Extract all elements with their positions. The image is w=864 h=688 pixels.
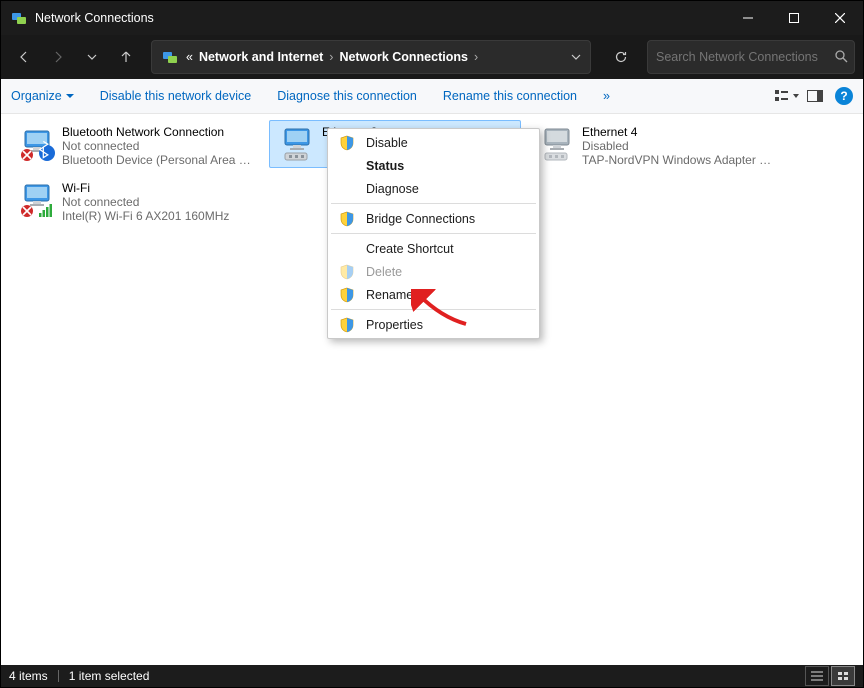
diagnose-connection-button[interactable]: Diagnose this connection [277, 89, 417, 103]
status-bar: 4 items 1 item selected [1, 665, 863, 687]
shield-icon [338, 316, 356, 334]
refresh-button[interactable] [603, 41, 639, 73]
preview-pane-button[interactable] [801, 85, 829, 107]
view-options-button[interactable] [773, 85, 801, 107]
forward-button[interactable] [43, 42, 73, 72]
ctx-bridge[interactable]: Bridge Connections [330, 207, 537, 230]
ctx-diagnose[interactable]: Diagnose [330, 177, 537, 200]
connection-status: Disabled [582, 139, 774, 153]
rename-connection-button[interactable]: Rename this connection [443, 89, 577, 103]
breadcrumb-seg-network-internet[interactable]: Network and Internet [199, 50, 323, 64]
ctx-rename[interactable]: Rename [330, 283, 537, 306]
search-box[interactable] [647, 40, 855, 74]
wifi-adapter-icon [16, 181, 58, 221]
connection-device: Intel(R) Wi-Fi 6 AX201 160MHz [62, 209, 254, 223]
ctx-disable[interactable]: Disable [330, 131, 537, 154]
bluetooth-adapter-icon [16, 125, 58, 165]
ethernet-adapter-icon [276, 125, 318, 165]
up-button[interactable] [111, 42, 141, 72]
address-bar[interactable]: « Network and Internet › Network Connect… [151, 40, 591, 74]
status-selected-count: 1 item selected [69, 669, 150, 683]
recent-locations-button[interactable] [77, 42, 107, 72]
titlebar: Network Connections [1, 1, 863, 35]
ctx-shortcut[interactable]: Create Shortcut [330, 237, 537, 260]
shield-icon [338, 134, 356, 152]
ctx-properties[interactable]: Properties [330, 313, 537, 336]
more-commands-button[interactable]: » [603, 89, 610, 103]
search-icon[interactable] [834, 49, 848, 66]
search-input[interactable] [654, 49, 830, 65]
shield-icon [338, 263, 356, 281]
context-menu: Disable Status Diagnose Bridge Connectio… [327, 128, 540, 339]
breadcrumb-prefix: « [186, 50, 193, 64]
organize-button[interactable]: Organize [11, 89, 74, 103]
disable-device-button[interactable]: Disable this network device [100, 89, 251, 103]
connection-wifi[interactable]: Wi-Fi Not connected Intel(R) Wi-Fi 6 AX2… [9, 176, 261, 224]
breadcrumb-seg-network-connections[interactable]: Network Connections [339, 50, 468, 64]
location-icon [158, 45, 182, 69]
back-button[interactable] [9, 42, 39, 72]
ctx-status[interactable]: Status [330, 154, 537, 177]
window-title: Network Connections [35, 11, 725, 25]
maximize-button[interactable] [771, 1, 817, 35]
ctx-separator [331, 233, 536, 234]
connection-bluetooth[interactable]: Bluetooth Network Connection Not connect… [9, 120, 261, 168]
ethernet-adapter-disabled-icon [536, 125, 578, 165]
connection-ethernet-4[interactable]: Ethernet 4 Disabled TAP-NordVPN Windows … [529, 120, 781, 168]
connection-name: Wi-Fi [62, 181, 254, 195]
status-separator [58, 670, 59, 682]
connection-device: Bluetooth Device (Personal Area … [62, 153, 254, 167]
shield-icon [338, 286, 356, 304]
chevron-right-icon[interactable]: › [474, 50, 478, 64]
window: Network Connections « Network and Intern… [0, 0, 864, 688]
chevron-right-icon[interactable]: › [329, 50, 333, 64]
shield-icon [338, 210, 356, 228]
close-button[interactable] [817, 1, 863, 35]
connection-device: TAP-NordVPN Windows Adapter … [582, 153, 774, 167]
connection-status: Not connected [62, 195, 254, 209]
connection-status: Not connected [62, 139, 254, 153]
window-buttons [725, 1, 863, 35]
app-icon [11, 10, 27, 26]
details-view-button[interactable] [805, 666, 829, 686]
large-icons-view-button[interactable] [831, 666, 855, 686]
ctx-separator [331, 203, 536, 204]
help-button[interactable]: ? [835, 87, 853, 105]
connection-name: Bluetooth Network Connection [62, 125, 254, 139]
address-dropdown-button[interactable] [562, 41, 590, 73]
command-bar: Organize Disable this network device Dia… [1, 79, 863, 114]
content-area[interactable]: Bluetooth Network Connection Not connect… [1, 114, 863, 665]
ctx-delete: Delete [330, 260, 537, 283]
minimize-button[interactable] [725, 1, 771, 35]
ctx-separator [331, 309, 536, 310]
status-item-count: 4 items [9, 669, 48, 683]
connection-name: Ethernet 4 [582, 125, 774, 139]
navbar: « Network and Internet › Network Connect… [1, 35, 863, 79]
